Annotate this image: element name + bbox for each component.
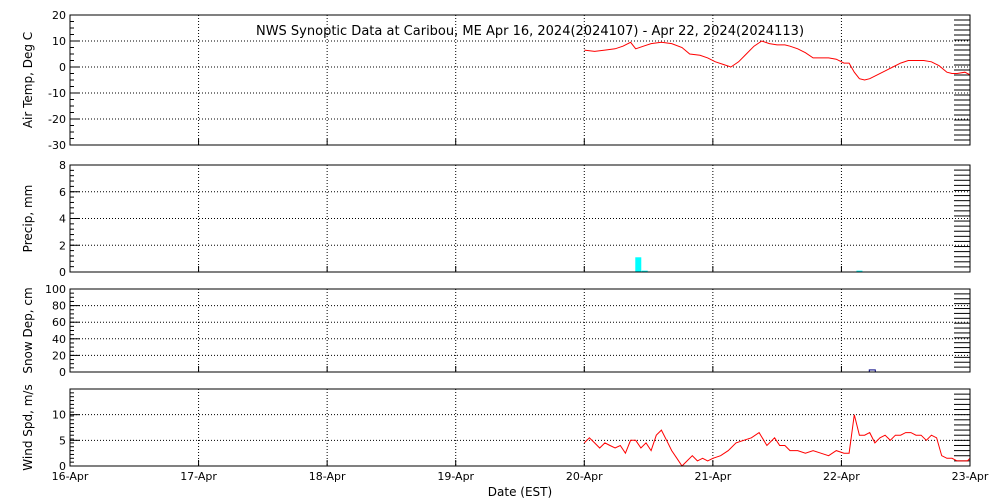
panel-frame [69, 288, 971, 373]
x-tick-label: 18-Apr [309, 470, 346, 483]
y-axis-label: Wind Spd, m/s [21, 384, 35, 470]
y-tick-label: 80 [52, 300, 66, 313]
y-tick-label: -30 [48, 139, 66, 152]
x-tick-label: 23-Apr [952, 470, 989, 483]
y-tick-label: 20 [52, 349, 66, 362]
y-tick-label: 10 [52, 35, 66, 48]
y-tick-label: 2 [59, 239, 66, 252]
y-tick-label: 10 [52, 409, 66, 422]
y-tick-label: 6 [59, 186, 66, 199]
x-tick-label: 21-Apr [694, 470, 731, 483]
y-tick-label: 60 [52, 316, 66, 329]
y-tick-label: 0 [59, 266, 66, 279]
y-tick-label: 4 [59, 213, 66, 226]
panel-frame [69, 388, 971, 467]
bar [635, 257, 642, 272]
synoptic-chart: 20100-10-20-30Air Temp, Deg C86420Precip… [21, 9, 989, 499]
y-tick-label: 20 [52, 9, 66, 22]
x-tick-label: 20-Apr [566, 470, 603, 483]
x-tick-label: 16-Apr [52, 470, 89, 483]
y-tick-label: 8 [59, 159, 66, 172]
x-tick-label: 17-Apr [180, 470, 217, 483]
y-axis-label: Snow Dep, cm [21, 287, 35, 373]
x-tick-label: 19-Apr [437, 470, 474, 483]
y-tick-label: 40 [52, 333, 66, 346]
chart-title: NWS Synoptic Data at Caribou, ME Apr 16,… [256, 24, 804, 39]
y-tick-label: -20 [48, 113, 66, 126]
series-line [583, 414, 971, 467]
y-tick-label: 0 [59, 61, 66, 74]
y-axis-label: Air Temp, Deg C [21, 32, 35, 128]
y-tick-label: 100 [45, 283, 66, 296]
y-tick-label: 0 [59, 366, 66, 379]
y-tick-label: -10 [48, 87, 66, 100]
y-tick-label: 5 [59, 434, 66, 447]
y-axis-label: Precip, mm [21, 185, 35, 253]
x-tick-label: 22-Apr [823, 470, 860, 483]
x-axis-label: Date (EST) [488, 485, 552, 499]
series-line [584, 40, 971, 81]
